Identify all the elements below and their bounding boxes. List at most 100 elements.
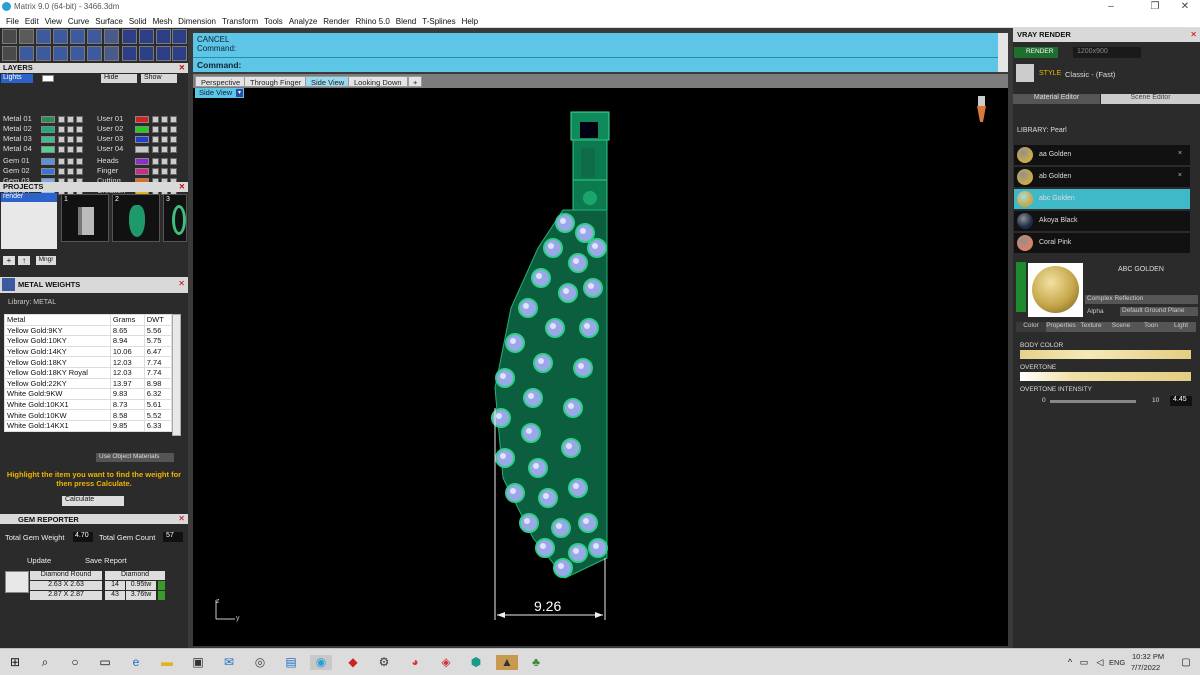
notifications-icon[interactable]: ▢ [1178,655,1194,670]
tool-icon[interactable] [36,46,51,61]
table-row[interactable]: Yellow Gold:18KY 12.03 7.74 [4,356,173,368]
store-icon[interactable]: ▣ [190,655,206,670]
hide-button[interactable]: Hide [101,74,137,83]
lock-icon[interactable] [161,146,168,153]
material-item[interactable]: Coral Pink [1014,233,1190,253]
layer-option-icon[interactable] [76,136,83,143]
app-icon[interactable]: ⬢ [468,655,484,670]
tab-properties[interactable]: Properties [1046,322,1076,332]
layer-color-swatch[interactable] [135,126,149,133]
project-thumb-1[interactable]: 1 [61,194,109,242]
tool-icon[interactable] [19,46,34,61]
eye-icon[interactable] [58,126,65,133]
network-icon[interactable]: ▭ [1076,655,1092,670]
gem-row[interactable]: 2.63 X 2.63 14 0.95tw [30,581,170,591]
eye-icon[interactable] [58,116,65,123]
tab-perspective[interactable]: Perspective [195,76,247,87]
matrix-app-icon[interactable]: ◉ [310,655,332,670]
lights-swatch[interactable] [42,75,54,82]
eye-icon[interactable] [58,136,65,143]
command-prompt[interactable]: Command: [197,60,241,70]
upload-icon[interactable]: ↑ [18,256,30,265]
layer-option-icon[interactable] [170,136,177,143]
material-item[interactable]: Akoya Black [1014,211,1190,231]
intensity-slider[interactable] [1050,400,1136,403]
eye-icon[interactable] [152,116,159,123]
table-row[interactable]: White Gold:9KW 9.83 6.32 [4,388,173,400]
add-project-button[interactable]: + [3,256,15,265]
table-row[interactable]: Yellow Gold:22KY 13.97 8.98 [4,377,173,390]
lock-icon[interactable] [67,136,74,143]
layer-option-icon[interactable] [76,168,83,175]
column-header[interactable]: Grams [109,314,145,326]
layer-option-icon[interactable] [76,158,83,165]
tool-icon[interactable] [87,46,102,61]
layer-color-swatch[interactable] [135,158,149,165]
menu-rhino[interactable]: Rhino 5.0 [353,14,393,27]
close-icon[interactable]: ✕ [179,182,185,191]
menu-dimension[interactable]: Dimension [175,14,219,27]
menu-transform[interactable]: Transform [219,14,261,27]
layer-color-swatch[interactable] [135,146,149,153]
tab-through-finger[interactable]: Through Finger [244,76,308,87]
photos-icon[interactable]: ▤ [283,655,299,670]
layer-row[interactable]: Metal 01 [1,114,91,124]
menu-render[interactable]: Render [320,14,352,27]
overtone-slider[interactable] [1020,372,1191,381]
layer-color-swatch[interactable] [41,126,55,133]
style-dropdown[interactable]: Classic - (Fast) [1065,70,1115,79]
tool-icon[interactable] [104,46,119,61]
layer-color-swatch[interactable] [135,168,149,175]
tab-side-view[interactable]: Side View [305,76,351,87]
layer-row[interactable]: Metal 03 [1,134,91,144]
menu-tsplines[interactable]: T-Splines [419,14,458,27]
search-icon[interactable] [19,29,34,44]
minimize-button[interactable]: – [1096,1,1126,12]
layer-option-icon[interactable] [76,126,83,133]
tool-icon[interactable] [156,46,171,61]
tool-icon[interactable] [53,46,68,61]
app-icon[interactable]: ♣ [528,655,544,670]
gem-row[interactable]: 2.87 X 2.87 43 3.76tw [30,591,170,601]
tool-icon[interactable] [139,29,154,44]
menu-tools[interactable]: Tools [261,14,286,27]
layer-option-icon[interactable] [170,146,177,153]
layer-row[interactable]: User 04 [95,144,185,154]
layer-option-icon[interactable] [170,126,177,133]
close-icon[interactable]: ✕ [1190,30,1197,39]
tool-icon[interactable] [172,46,187,61]
close-icon[interactable]: ✕ [179,63,185,72]
body-color-slider[interactable] [1020,350,1191,359]
clock-time[interactable]: 10:32 PM [1132,652,1164,661]
close-icon[interactable]: ✕ [178,514,185,523]
options-icon[interactable] [2,29,17,44]
layer-row[interactable]: Metal 02 [1,124,91,134]
lock-icon[interactable] [67,126,74,133]
file-explorer-icon[interactable]: ▬ [159,655,175,670]
column-header[interactable]: Metal [4,314,111,326]
language-indicator[interactable]: ENG [1109,658,1125,667]
calculate-button[interactable]: Calculate [62,496,124,506]
tool-icon[interactable] [36,29,51,44]
edge-icon[interactable]: e [128,655,144,670]
menu-help[interactable]: Help [459,14,481,27]
tab-texture[interactable]: Texture [1076,322,1106,332]
tool-icon[interactable] [70,46,85,61]
camera-icon[interactable] [975,94,989,124]
eye-icon[interactable] [152,126,159,133]
add-tab-button[interactable]: + [408,76,423,87]
search-icon[interactable]: ⌕ [37,655,53,670]
save-report-button[interactable]: Save Report [85,556,127,565]
layer-row[interactable]: Gem 01 [1,156,91,166]
layer-option-icon[interactable] [76,116,83,123]
layer-color-swatch[interactable] [41,136,55,143]
menu-curve[interactable]: Curve [65,14,92,27]
tab-light[interactable]: Light [1166,322,1196,332]
clock-date[interactable]: 7/7/2022 [1131,663,1160,672]
table-row[interactable]: White Gold:10KX1 8.73 5.61 [4,398,173,411]
chrome-icon[interactable]: ◕ [407,655,423,670]
eye-icon[interactable] [152,158,159,165]
tool-icon[interactable] [139,46,154,61]
collapse-arrow[interactable] [1016,262,1026,312]
lock-icon[interactable] [161,158,168,165]
